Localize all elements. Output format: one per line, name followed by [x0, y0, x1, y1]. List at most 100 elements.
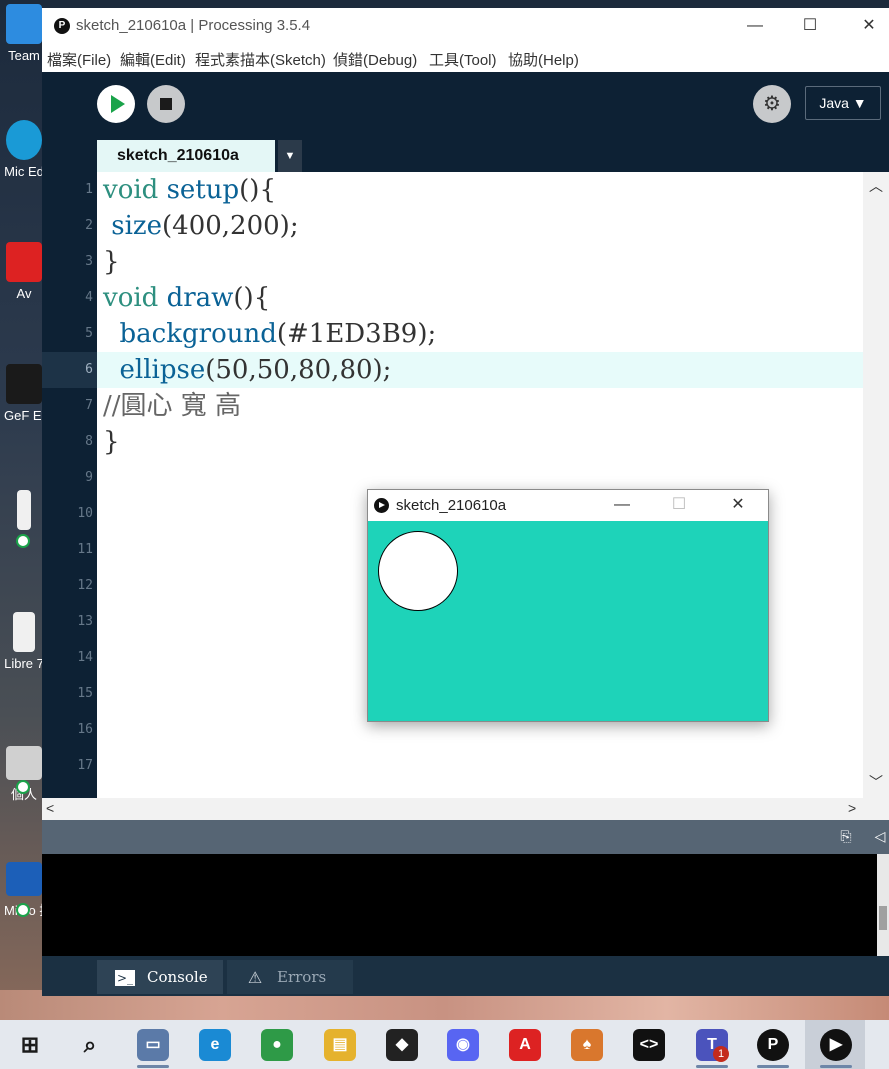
line-number: 15 — [77, 686, 93, 701]
running-indicator — [137, 1065, 169, 1068]
window-titlebar[interactable]: P sketch_210610a | Processing 3.5.4 — ☐ … — [42, 8, 889, 44]
line-number: 3 — [85, 254, 93, 269]
edge-icon[interactable]: e — [199, 1029, 231, 1061]
teams-notification-badge: 1 — [713, 1046, 729, 1062]
console-icon: >_ — [115, 970, 135, 986]
collapse-console-icon[interactable]: ◁ — [871, 828, 889, 846]
file-explorer-icon[interactable]: ▤ — [324, 1029, 356, 1061]
code-line: size(400,200); — [103, 211, 299, 241]
sketch-close-button[interactable]: ✕ — [718, 493, 758, 517]
tab-menu-button[interactable]: ▼ — [278, 140, 302, 172]
line-number: 9 — [85, 470, 93, 485]
code-line: void setup(){ — [103, 175, 276, 205]
line-number: 11 — [77, 542, 93, 557]
line-number: 16 — [77, 722, 93, 737]
menu-tool[interactable]: 工具(Tool) — [429, 49, 497, 70]
console-output[interactable] — [42, 854, 877, 956]
mushroom-app-icon[interactable]: ♠ — [571, 1029, 603, 1061]
copy-console-icon[interactable]: ⎘ — [837, 828, 855, 846]
processing-app-icon[interactable]: P — [757, 1029, 789, 1061]
terminal-app-icon[interactable]: <> — [633, 1029, 665, 1061]
code-line: void draw(){ — [103, 283, 271, 313]
line-number: 7 — [85, 398, 93, 413]
chrome-icon[interactable]: ● — [261, 1029, 293, 1061]
scroll-left-icon[interactable]: < — [46, 800, 54, 816]
menu-sketch[interactable]: 程式素描本(Sketch) — [195, 49, 326, 70]
code-line-comment: //圓心 寬 高 — [103, 391, 242, 421]
tab-sketch[interactable]: sketch_210610a — [97, 140, 275, 172]
minimize-button[interactable]: — — [732, 14, 778, 38]
line-number-gutter: 1 2 3 4 5 6 7 8 9 10 11 12 13 14 15 16 17 — [42, 172, 97, 798]
toolbar: ⚙ Java ▼ — [42, 72, 889, 140]
close-button[interactable]: ✕ — [846, 14, 889, 38]
taskbar: ⊞ ⌕ ▭ e ● ▤ ◆ ◉ A ♠ <> T P ▶ 1 — [0, 1020, 889, 1069]
sketch-canvas[interactable] — [368, 521, 768, 721]
tab-console[interactable]: >_ Console — [97, 960, 223, 994]
running-indicator — [696, 1065, 728, 1068]
menu-edit[interactable]: 編輯(Edit) — [120, 49, 186, 70]
desktop-icon-avast[interactable]: Av — [4, 242, 44, 301]
stop-button[interactable] — [147, 85, 185, 123]
menu-bar: 檔案(File) 編輯(Edit) 程式素描本(Sketch) 偵錯(Debug… — [42, 44, 889, 73]
console-scrollbar[interactable] — [877, 854, 889, 956]
sketch-titlebar[interactable]: sketch_210610a — ☐ ✕ — [368, 490, 768, 521]
desktop-icon-libreoffice[interactable]: Libre 7 — [4, 612, 44, 671]
edge-icon — [6, 120, 42, 160]
desktop-icon-label: Av — [16, 286, 32, 301]
desktop-icon-label: GeF Expe — [4, 408, 44, 423]
folder-icon — [6, 746, 42, 780]
teamviewer-icon — [6, 4, 42, 44]
code-line: background(#1ED3B9); — [103, 319, 437, 349]
line-number: 2 — [85, 218, 93, 233]
line-number: 17 — [77, 758, 93, 773]
running-indicator — [820, 1065, 852, 1068]
search-icon[interactable]: ⌕ — [74, 1029, 106, 1061]
sketch-minimize-button[interactable]: — — [602, 493, 642, 517]
debugger-button[interactable]: ⚙ — [753, 85, 791, 123]
scroll-right-icon[interactable]: > — [848, 800, 856, 816]
desktop-icon-label: Mic Ed — [4, 164, 44, 179]
desktop-icon-label: Libre 7 — [4, 656, 44, 671]
scroll-down-icon[interactable]: ﹀ — [869, 772, 883, 792]
mode-selector[interactable]: Java ▼ — [805, 86, 881, 120]
editor-vertical-scrollbar[interactable]: ︿ ﹀ — [863, 172, 889, 798]
sync-check-icon — [16, 903, 30, 917]
editor-horizontal-scrollbar[interactable]: < > — [42, 798, 889, 820]
console-scroll-thumb[interactable] — [879, 906, 887, 930]
line-number: 6 — [85, 362, 93, 377]
processing-icon: P — [54, 18, 70, 34]
windows-start-icon[interactable]: ⊞ — [14, 1029, 46, 1061]
tab-errors[interactable]: ⚠ Errors — [227, 960, 353, 994]
scroll-up-icon[interactable]: ︿ — [869, 176, 883, 196]
code-line: } — [103, 427, 120, 457]
footer-tabs: >_ Console ⚠ Errors — [42, 956, 889, 996]
libreoffice-icon — [13, 612, 35, 652]
desktop-icon-teamviewer[interactable]: Team — [4, 4, 44, 63]
line-number: 10 — [77, 506, 93, 521]
discord-icon[interactable]: ◉ — [447, 1029, 479, 1061]
line-number: 5 — [85, 326, 93, 341]
sketch-output-window: sketch_210610a — ☐ ✕ — [367, 489, 769, 722]
menu-help[interactable]: 協助(Help) — [508, 49, 579, 70]
sketch-window-title: sketch_210610a — [396, 497, 507, 514]
run-button[interactable] — [97, 85, 135, 123]
line-number: 14 — [77, 650, 93, 665]
desktop-icon-geforce[interactable]: GeF Expe — [4, 364, 44, 423]
game-app-icon[interactable]: ◆ — [386, 1029, 418, 1061]
ellipse-shape — [378, 531, 458, 611]
menu-debug[interactable]: 偵錯(Debug) — [333, 49, 417, 70]
task-view-icon[interactable]: ▭ — [137, 1029, 169, 1061]
code-line: } — [103, 247, 120, 277]
desktop-icon-personal[interactable]: 個人 — [4, 746, 44, 803]
antivirus-icon — [6, 242, 42, 282]
acrobat-icon[interactable]: A — [509, 1029, 541, 1061]
line-number: 13 — [77, 614, 93, 629]
warning-icon: ⚠ — [247, 968, 263, 987]
menu-file[interactable]: 檔案(File) — [47, 49, 111, 70]
line-number: 4 — [85, 290, 93, 305]
file-icon — [17, 490, 31, 530]
desktop-icon-edge[interactable]: Mic Ed — [4, 120, 44, 179]
sketch-running-icon[interactable]: ▶ — [820, 1029, 852, 1061]
maximize-button[interactable]: ☐ — [787, 14, 833, 38]
microsoft-app-icon — [6, 862, 42, 896]
